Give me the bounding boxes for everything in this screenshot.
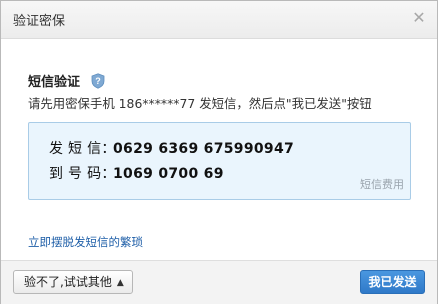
dialog-titlebar: 验证密保 ✕ (1, 1, 437, 39)
shield-question-icon[interactable]: ? (91, 72, 105, 89)
sms-fee-link[interactable]: 短信费用 (360, 176, 404, 192)
sent-button[interactable]: 我已发送 (360, 270, 425, 294)
sms-info-box: 发 短 信：0629 6369 675990947 到 号 码：1069 070… (28, 122, 411, 200)
close-icon[interactable]: ✕ (411, 10, 427, 26)
other-methods-label: 验不了,试试其他 (24, 275, 112, 289)
sms-number-value: 1069 0700 69 (113, 166, 224, 182)
sms-number-row: 到 号 码：1069 0700 69 (49, 163, 224, 183)
section-heading: 短信验证 (28, 75, 81, 90)
dialog-title: 验证密保 (13, 14, 66, 29)
instruction-text: 请先用密保手机 186******77 发短信，然后点"我已发送"按钮 (28, 96, 372, 111)
caret-up-icon: ▲ (116, 278, 124, 288)
skip-sms-link[interactable]: 立即摆脱发短信的繁琐 (28, 234, 143, 250)
sms-number-label: 到 号 码： (49, 166, 116, 182)
svg-text:?: ? (95, 76, 101, 86)
sms-content-row: 发 短 信：0629 6369 675990947 (49, 138, 294, 158)
verify-dialog: 验证密保 ✕ 短信验证 ? 请先用密保手机 186******77 发短信，然后… (0, 0, 438, 304)
dialog-footer: 验不了,试试其他 ▲ 我已发送 (1, 260, 437, 304)
other-methods-button[interactable]: 验不了,试试其他 ▲ (13, 270, 133, 294)
sms-content-label: 发 短 信： (49, 141, 116, 157)
sms-verify-heading-row: 短信验证 ? (28, 70, 105, 90)
sms-content-value: 0629 6369 675990947 (113, 141, 295, 157)
